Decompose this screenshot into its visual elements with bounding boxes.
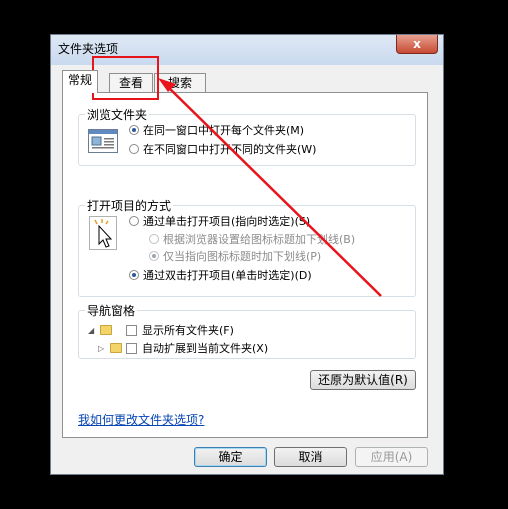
tab-general[interactable]: 常规 [62, 70, 98, 93]
